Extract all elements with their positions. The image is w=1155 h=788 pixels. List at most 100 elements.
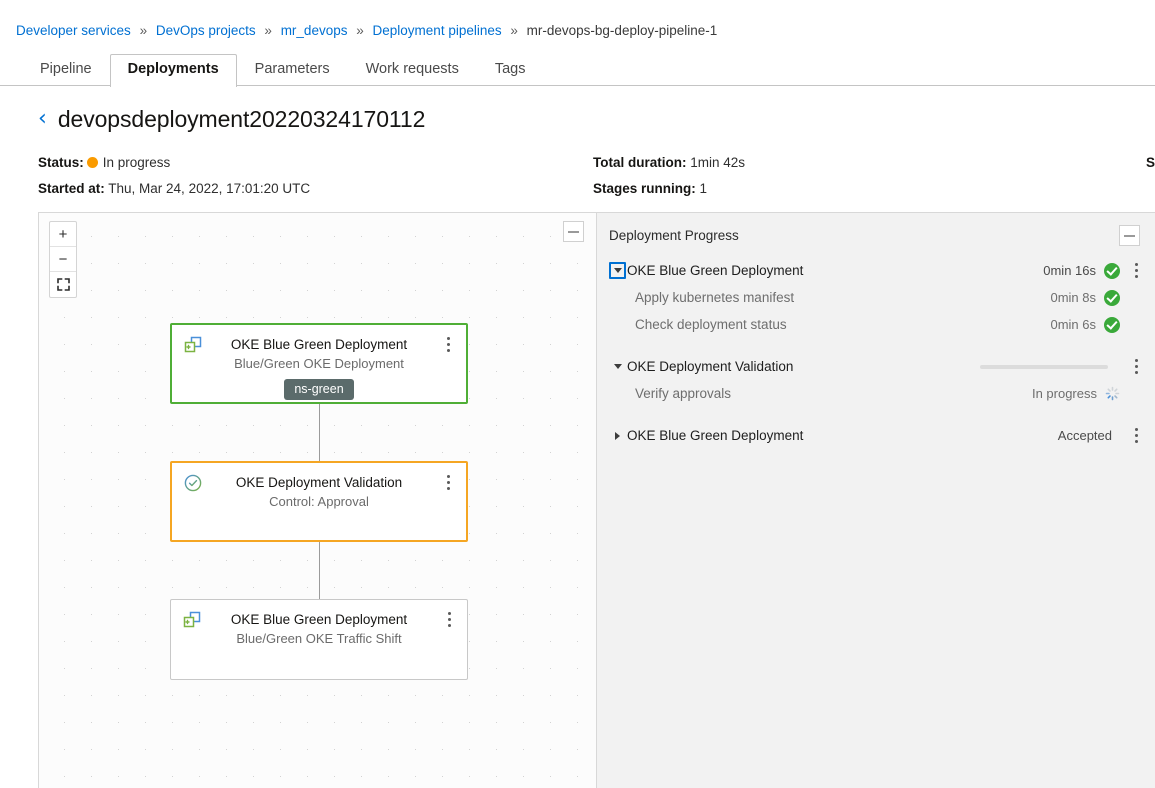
pipeline-node-1-menu-icon[interactable] bbox=[441, 334, 455, 354]
chevron-right-icon bbox=[615, 431, 620, 440]
progress-row-spacer bbox=[597, 338, 1155, 353]
progress-row-step-2-duration: 0min 6s bbox=[1050, 317, 1096, 332]
progress-panel-title: Deployment Progress bbox=[609, 228, 739, 243]
breadcrumb-separator: » bbox=[139, 23, 148, 38]
node-connector-1 bbox=[318, 404, 320, 461]
progress-row-group-3-status: Accepted bbox=[1057, 428, 1112, 443]
chevron-down-icon bbox=[613, 268, 622, 273]
zoom-in-button[interactable]: + bbox=[50, 222, 76, 247]
pipeline-node-2-title: OKE Deployment Validation bbox=[235, 475, 403, 490]
progress-row-group-1-caret[interactable] bbox=[609, 262, 626, 279]
status-badge: In progress bbox=[102, 155, 171, 170]
success-check-icon bbox=[1104, 316, 1120, 333]
pipeline-graph: OKE Blue Green Deployment Blue/Green OKE… bbox=[170, 323, 468, 680]
progress-row-step-3-status: In progress bbox=[1031, 386, 1097, 401]
deploy-stage-icon bbox=[183, 611, 201, 629]
progress-row-group-3-caret[interactable] bbox=[609, 427, 626, 444]
pipeline-node-2-menu-icon[interactable] bbox=[441, 472, 455, 492]
pipeline-canvas[interactable]: + − OKE Blue Green Deployment Blue/Green… bbox=[39, 213, 597, 788]
pipeline-node-2-body: OKE Deployment Validation Control: Appro… bbox=[172, 463, 466, 511]
status-line: Status: In progress bbox=[38, 150, 310, 176]
stages-running-label: Stages running: bbox=[593, 181, 696, 196]
stages-running-line: Stages running: 1 bbox=[593, 176, 745, 202]
started-at-label: Started at: bbox=[38, 181, 105, 196]
page-title: devopsdeployment20220324170112 bbox=[57, 106, 426, 132]
metadata-column-2: Total duration: 1min 42s Stages running:… bbox=[593, 150, 745, 202]
total-duration-line: Total duration: 1min 42s bbox=[593, 150, 745, 176]
pipeline-node-1-namespace-badge: ns-green bbox=[284, 379, 354, 400]
progress-row-group-3-label[interactable]: OKE Blue Green Deployment bbox=[627, 428, 803, 443]
pipeline-node-1[interactable]: OKE Blue Green Deployment Blue/Green OKE… bbox=[170, 323, 468, 404]
breadcrumb-separator: » bbox=[356, 23, 364, 38]
chevron-down-icon bbox=[613, 364, 622, 369]
breadcrumb-item-current: mr-devops-bg-deploy-pipeline-1 bbox=[526, 23, 718, 38]
canvas-minimize-button[interactable] bbox=[563, 221, 584, 242]
pipeline-node-3[interactable]: OKE Blue Green Deployment Blue/Green OKE… bbox=[170, 599, 468, 680]
chevron-left-icon[interactable]: ‹ bbox=[38, 107, 47, 130]
spinner-icon bbox=[1105, 386, 1120, 401]
progress-row-group-2-menu-icon[interactable] bbox=[1129, 358, 1143, 376]
zoom-out-button[interactable]: − bbox=[50, 247, 76, 272]
fit-to-screen-icon[interactable] bbox=[50, 272, 76, 297]
metadata-column-1: Status: In progress Started at: Thu, Mar … bbox=[38, 150, 310, 202]
progress-row-group-1-menu-icon[interactable] bbox=[1129, 262, 1143, 280]
progress-panel-header: Deployment Progress bbox=[597, 213, 1155, 246]
breadcrumb-item-developer-services[interactable]: Developer services bbox=[16, 23, 131, 38]
success-check-icon bbox=[1104, 289, 1120, 306]
progress-row-group-1[interactable]: OKE Blue Green Deployment 0min 16s bbox=[597, 257, 1155, 284]
breadcrumb: Developer services » DevOps projects » m… bbox=[0, 0, 1155, 39]
tab-deployments[interactable]: Deployments bbox=[109, 54, 237, 87]
progress-row-group-2-label[interactable]: OKE Deployment Validation bbox=[627, 359, 793, 374]
pipeline-node-2-subtitle: Control: Approval bbox=[269, 494, 369, 509]
progress-row-spacer bbox=[597, 407, 1155, 422]
minimize-icon bbox=[568, 230, 579, 233]
progress-row-group-3[interactable]: OKE Blue Green Deployment Accepted bbox=[597, 422, 1155, 449]
zoom-controls: + − bbox=[49, 221, 77, 298]
stages-running-value: 1 bbox=[699, 181, 708, 196]
node-connector-2 bbox=[318, 542, 320, 599]
tab-work-requests[interactable]: Work requests bbox=[348, 54, 477, 86]
progress-row-step-1-duration: 0min 8s bbox=[1050, 290, 1096, 305]
breadcrumb-item-deployment-pipelines[interactable]: Deployment pipelines bbox=[373, 23, 502, 38]
progress-row-step-1-label: Apply kubernetes manifest bbox=[635, 290, 795, 305]
pipeline-node-3-body: OKE Blue Green Deployment Blue/Green OKE… bbox=[171, 600, 467, 648]
pipeline-node-2[interactable]: OKE Deployment Validation Control: Appro… bbox=[170, 461, 468, 542]
breadcrumb-separator: » bbox=[264, 23, 272, 38]
title-row: ‹ devopsdeployment20220324170112 bbox=[38, 106, 1155, 133]
progress-row-group-3-menu-icon[interactable] bbox=[1129, 427, 1143, 445]
minimize-icon bbox=[1124, 234, 1135, 237]
tab-bar: Pipeline Deployments Parameters Work req… bbox=[0, 54, 1155, 87]
tab-pipeline[interactable]: Pipeline bbox=[22, 54, 110, 86]
started-at-value: Thu, Mar 24, 2022, 17:01:20 UTC bbox=[108, 181, 311, 196]
pipeline-node-1-title: OKE Blue Green Deployment bbox=[230, 337, 408, 352]
total-duration-value: 1min 42s bbox=[690, 155, 746, 170]
breadcrumb-item-devops-projects[interactable]: DevOps projects bbox=[156, 23, 256, 38]
started-at-line: Started at: Thu, Mar 24, 2022, 17:01:20 … bbox=[38, 176, 310, 202]
progress-row-group-2-progress-bar bbox=[980, 364, 1108, 369]
deployment-progress-panel: Deployment Progress OKE Blue Green Deplo… bbox=[597, 213, 1155, 788]
progress-row-step-1[interactable]: Apply kubernetes manifest 0min 8s bbox=[597, 284, 1155, 311]
deployment-body: + − OKE Blue Green Deployment Blue/Green… bbox=[38, 212, 1155, 788]
progress-row-group-1-duration: 0min 16s bbox=[1043, 263, 1096, 278]
tab-parameters[interactable]: Parameters bbox=[237, 54, 348, 86]
total-duration-label: Total duration: bbox=[593, 155, 687, 170]
status-label: Status: bbox=[38, 155, 84, 170]
approval-check-icon bbox=[184, 474, 202, 492]
progress-row-step-2-label: Check deployment status bbox=[635, 317, 787, 332]
progress-row-group-2-caret[interactable] bbox=[609, 358, 626, 375]
pipeline-node-3-title: OKE Blue Green Deployment bbox=[230, 612, 408, 627]
breadcrumb-item-mr-devops[interactable]: mr_devops bbox=[281, 23, 348, 38]
pipeline-node-3-subtitle: Blue/Green OKE Traffic Shift bbox=[236, 631, 402, 646]
pipeline-node-3-menu-icon[interactable] bbox=[442, 609, 456, 629]
progress-row-step-3-label: Verify approvals bbox=[635, 386, 732, 401]
pipeline-node-1-body: OKE Blue Green Deployment Blue/Green OKE… bbox=[172, 325, 466, 400]
progress-row-group-1-label[interactable]: OKE Blue Green Deployment bbox=[627, 263, 803, 278]
progress-row-group-2[interactable]: OKE Deployment Validation bbox=[597, 353, 1155, 380]
progress-row-step-2[interactable]: Check deployment status 0min 6s bbox=[597, 311, 1155, 338]
progress-panel-minimize-button[interactable] bbox=[1119, 225, 1140, 246]
deploy-stage-icon bbox=[184, 336, 202, 354]
tab-tags[interactable]: Tags bbox=[477, 54, 544, 86]
progress-row-step-3[interactable]: Verify approvals In progress bbox=[597, 380, 1155, 407]
deployment-metadata: Status: In progress Started at: Thu, Mar … bbox=[38, 150, 1155, 202]
pipeline-node-1-subtitle: Blue/Green OKE Deployment bbox=[234, 356, 404, 371]
